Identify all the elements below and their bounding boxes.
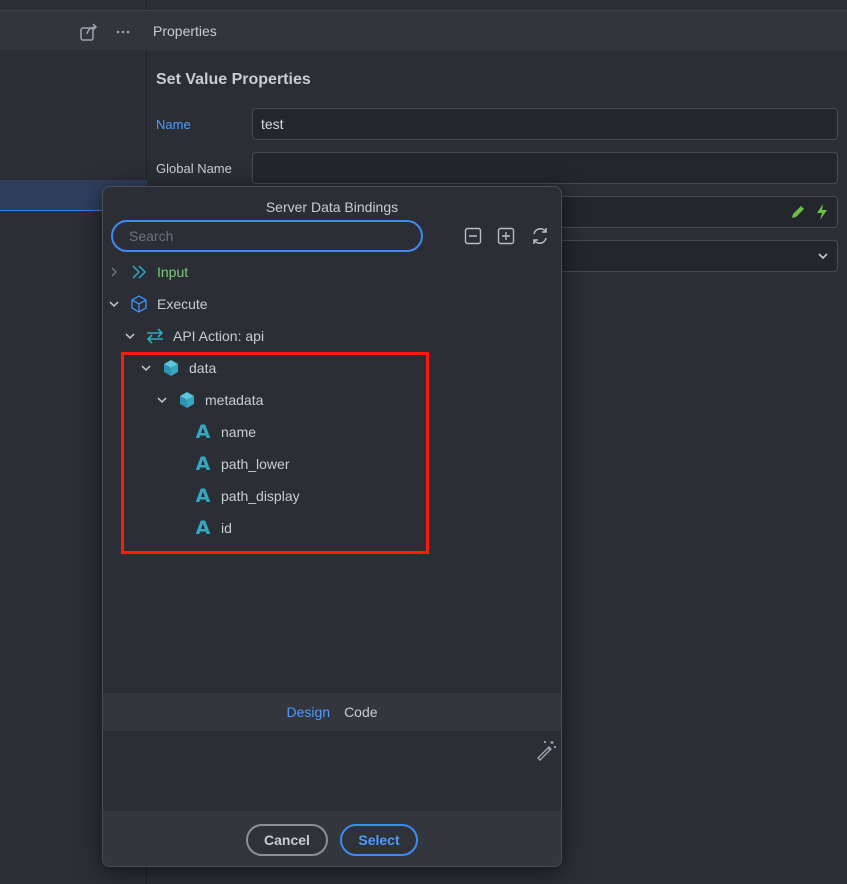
chevron-right-icon[interactable] <box>107 265 121 279</box>
cancel-button[interactable]: Cancel <box>246 823 328 856</box>
cube-outline-icon <box>129 294 149 314</box>
collapse-all-icon[interactable] <box>462 225 484 247</box>
share-icon[interactable] <box>78 21 100 43</box>
chevron-down-icon <box>817 249 829 265</box>
properties-title: Set Value Properties <box>156 71 311 88</box>
global-name-field[interactable] <box>252 152 838 184</box>
chevron-down-icon[interactable] <box>123 329 137 343</box>
lightning-icon[interactable] <box>815 203 829 224</box>
tree-item-label: Execute <box>157 296 208 312</box>
expand-all-icon[interactable] <box>495 225 517 247</box>
exchange-arrows-icon <box>145 326 165 346</box>
pencil-icon[interactable] <box>789 203 807 224</box>
properties-header: Properties <box>147 10 847 51</box>
tab-design[interactable]: Design <box>286 704 330 720</box>
name-field[interactable]: test <box>252 108 838 140</box>
name-label: Name <box>156 117 191 132</box>
design-code-tabs: Design Code <box>103 693 561 731</box>
tab-code[interactable]: Code <box>344 704 377 720</box>
input-arrows-icon <box>129 262 149 282</box>
name-field-value: test <box>261 116 284 132</box>
refresh-icon[interactable] <box>529 225 551 247</box>
tree-item-label: API Action: api <box>173 328 265 344</box>
global-name-label: Global Name <box>156 161 232 176</box>
magic-wand-icon[interactable] <box>535 739 557 764</box>
left-panel-header <box>0 10 147 50</box>
dialog-title: Server Data Bindings <box>265 199 399 215</box>
tree-item-api-action[interactable]: API Action: api <box>123 321 264 351</box>
tree-item-execute[interactable]: Execute <box>107 289 208 319</box>
chevron-down-icon[interactable] <box>107 297 121 311</box>
tree-item-input[interactable]: Input <box>107 257 188 287</box>
top-strip <box>147 0 847 10</box>
tree-item-label: Input <box>157 264 189 280</box>
server-data-bindings-dialog: Server Data Bindings Input Execute <box>102 186 562 867</box>
highlight-annotation <box>121 352 429 554</box>
select-button[interactable]: Select <box>340 823 418 856</box>
more-icon[interactable] <box>112 21 134 43</box>
expression-area[interactable] <box>103 731 561 811</box>
search-input[interactable] <box>111 220 423 252</box>
dialog-footer: Cancel Select <box>103 811 561 866</box>
